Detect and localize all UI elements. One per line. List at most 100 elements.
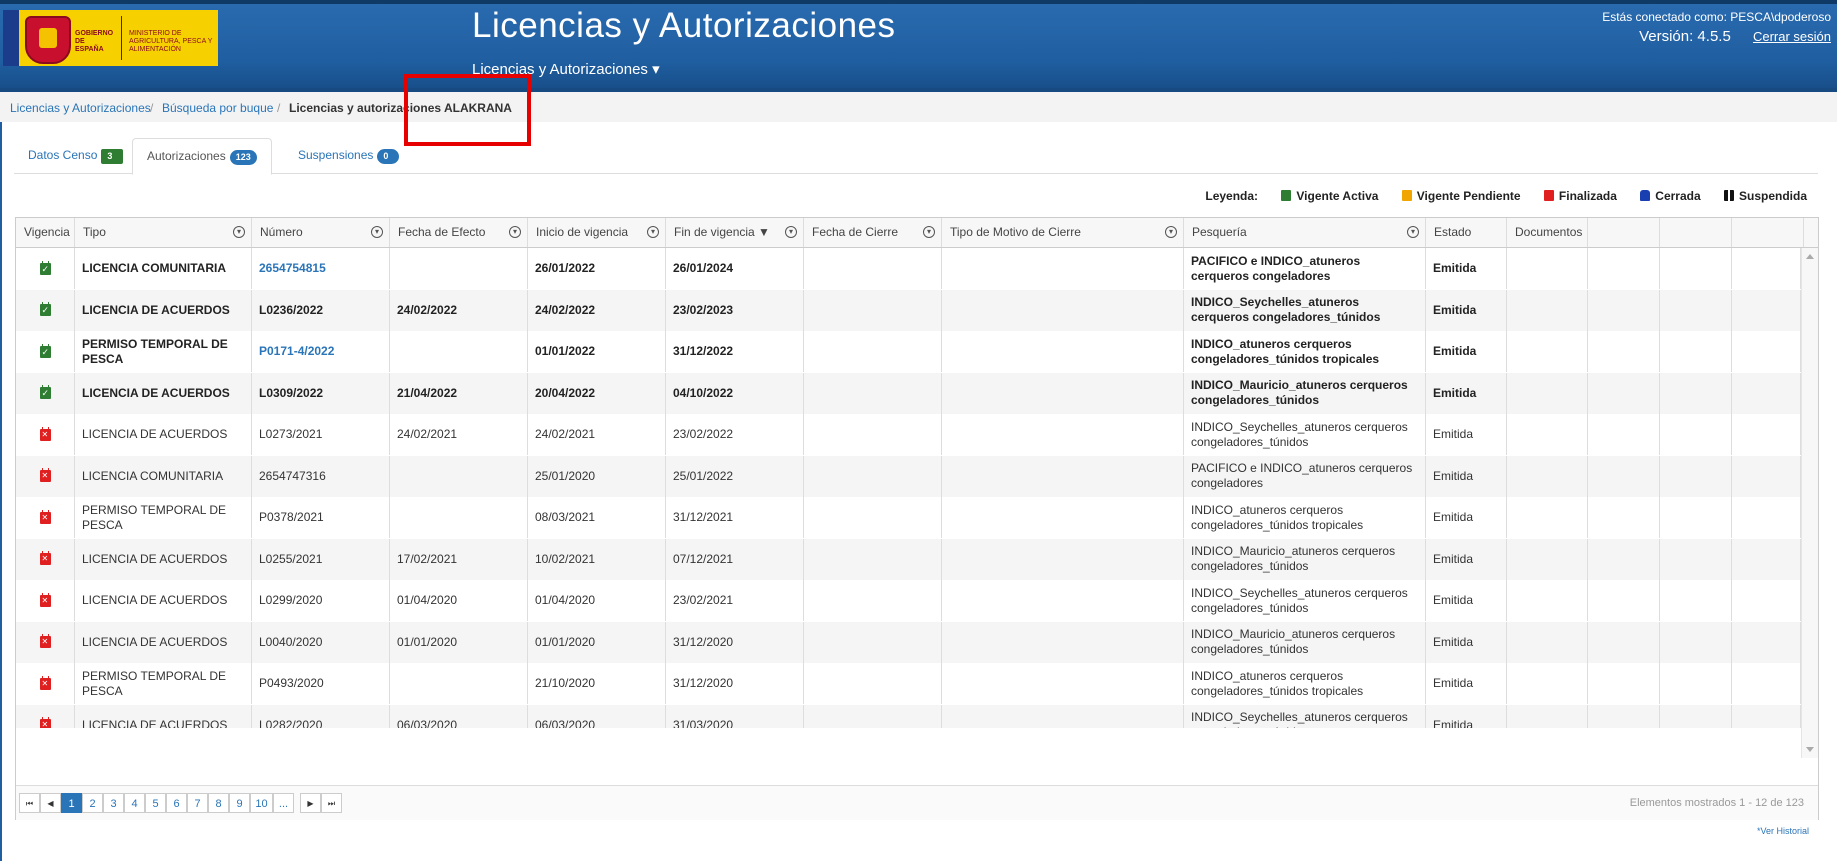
cell-numero: P0378/2021	[252, 497, 390, 538]
table-row[interactable]: PERMISO TEMPORAL DE PESCAP0493/2020 21/10…	[16, 663, 1801, 704]
breadcrumb-busqueda-link[interactable]: Búsqueda por buque	[162, 101, 273, 115]
filter-icon[interactable]: ▾	[647, 226, 659, 238]
pager-page-button[interactable]: 3	[103, 793, 124, 813]
cell-empty	[1660, 289, 1732, 331]
table-row[interactable]: LICENCIA DE ACUERDOSL0273/202124/02/2021…	[16, 414, 1801, 455]
calendar-check-icon	[39, 385, 51, 399]
column-header-fecha-cierre[interactable]: Fecha de Cierre ▾	[804, 218, 942, 247]
scroll-down-icon[interactable]	[1806, 747, 1814, 752]
tab-datos-censo[interactable]: Datos Censo 3	[14, 138, 137, 172]
cell-empty	[1732, 414, 1801, 455]
filter-icon[interactable]: ▾	[233, 226, 245, 238]
cell-estado: Emitida	[1426, 621, 1507, 663]
eu-flag-icon	[3, 10, 19, 66]
cell-empty	[1732, 455, 1801, 497]
column-header-tipo[interactable]: Tipo ▾	[75, 218, 252, 247]
cell-tipo: LICENCIA DE ACUERDOS	[75, 414, 252, 455]
legend-item: Finalizada	[1543, 189, 1617, 203]
cell-inicio: 24/02/2021	[528, 414, 666, 455]
pager-page-button[interactable]: 1	[61, 793, 82, 813]
calendar-x-icon	[39, 675, 51, 690]
filter-icon[interactable]: ▾	[509, 226, 521, 238]
column-header-pesqueria[interactable]: Pesquería ▾	[1184, 218, 1426, 247]
table-row[interactable]: PERMISO TEMPORAL DE PESCAP0171-4/2022 01/…	[16, 331, 1801, 372]
cell-motivo	[942, 455, 1184, 497]
user-connected-text: Estás conectado como: PESCA\dpoderoso	[1602, 10, 1831, 24]
tab-bar: Datos Censo 3 Autorizaciones 123 Suspensio…	[14, 138, 1818, 175]
filter-icon[interactable]: ▾	[371, 226, 383, 238]
tab-suspensiones[interactable]: Suspensiones 0	[284, 138, 413, 172]
cell-numero-link[interactable]: 2654754815	[252, 248, 390, 289]
table-row[interactable]: LICENCIA COMUNITARIA2654747316 25/01/2020…	[16, 455, 1801, 497]
pager-page-button[interactable]: 8	[208, 793, 229, 813]
column-header-estado[interactable]: Estado	[1426, 218, 1507, 247]
cell-pesqueria: INDICO_atuneros cerqueros congeladores_t…	[1184, 497, 1426, 538]
cell-tipo: LICENCIA DE ACUERDOS	[75, 580, 252, 621]
cell-motivo	[942, 289, 1184, 331]
column-header-fin-vigencia[interactable]: Fin de vigencia ▼ ▾	[666, 218, 804, 247]
column-header-vigencia[interactable]: Vigencia	[16, 218, 75, 247]
column-header-numero[interactable]: Número ▾	[252, 218, 390, 247]
table-row[interactable]: LICENCIA DE ACUERDOSL0309/202221/04/2022…	[16, 372, 1801, 414]
cell-inicio: 20/04/2022	[528, 372, 666, 414]
cell-numero: L0282/2020	[252, 704, 390, 728]
pager-page-button[interactable]: 5	[145, 793, 166, 813]
pager-page-button[interactable]: 10	[250, 793, 273, 813]
cell-fin: 31/12/2020	[666, 621, 804, 663]
pager-page-button[interactable]: ...	[273, 793, 294, 813]
logout-link[interactable]: Cerrar sesión	[1753, 29, 1831, 44]
filter-icon[interactable]: ▾	[1407, 226, 1419, 238]
table-row[interactable]: LICENCIA DE ACUERDOSL0236/202224/02/2022…	[16, 289, 1801, 331]
cell-inicio: 01/01/2022	[528, 331, 666, 372]
pager-page-button[interactable]: 4	[124, 793, 145, 813]
cell-inicio: 24/02/2022	[528, 289, 666, 331]
pager-page-button[interactable]: 6	[166, 793, 187, 813]
cell-inicio: 21/10/2020	[528, 663, 666, 704]
pager-page-button[interactable]: 7	[187, 793, 208, 813]
table-row[interactable]: LICENCIA DE ACUERDOSL0255/202117/02/2021…	[16, 538, 1801, 580]
tab-autorizaciones[interactable]: Autorizaciones 123	[132, 138, 272, 175]
pager-last-button[interactable]: ⏭	[321, 793, 342, 813]
cell-tipo: LICENCIA DE ACUERDOS	[75, 538, 252, 580]
cell-cierre	[804, 289, 942, 331]
calendar-x-icon	[39, 551, 51, 565]
column-header-documentos[interactable]: Documentos	[1507, 218, 1588, 247]
scroll-up-icon[interactable]	[1806, 254, 1814, 259]
table-row[interactable]: LICENCIA DE ACUERDOSL0282/202006/03/2020…	[16, 704, 1801, 728]
pager-prev-button[interactable]: ◀	[40, 793, 61, 813]
filter-icon[interactable]: ▾	[785, 226, 797, 238]
tab-count-badge: 3	[101, 149, 124, 164]
calendar-clock-icon	[1401, 190, 1412, 201]
table-row[interactable]: LICENCIA DE ACUERDOSL0040/202001/01/2020…	[16, 621, 1801, 663]
cell-pesqueria: INDICO_Seychelles_atuneros cerqueros con…	[1184, 414, 1426, 455]
pager-first-button[interactable]: ⏮	[19, 793, 40, 813]
grid-scrollbar[interactable]	[1801, 248, 1818, 758]
column-header-fecha-efecto[interactable]: Fecha de Efecto ▾	[390, 218, 528, 247]
table-row[interactable]: LICENCIA COMUNITARIA2654754815 26/01/2022…	[16, 248, 1801, 289]
ver-historial-link[interactable]: *Ver Historial	[1757, 826, 1809, 836]
cell-empty	[1660, 372, 1732, 414]
filter-icon[interactable]: ▾	[923, 226, 935, 238]
cell-cierre	[804, 663, 942, 704]
cell-numero-link[interactable]: P0171-4/2022	[252, 331, 390, 372]
cell-vigencia	[16, 497, 75, 538]
cell-motivo	[942, 538, 1184, 580]
column-header-motivo-cierre[interactable]: Tipo de Motivo de Cierre ▾	[942, 218, 1184, 247]
cell-empty	[1507, 331, 1588, 372]
cell-pesqueria: INDICO_Mauricio_atuneros cerqueros conge…	[1184, 621, 1426, 663]
cell-fin: 23/02/2021	[666, 580, 804, 621]
cell-empty	[1507, 663, 1588, 704]
column-header-inicio-vigencia[interactable]: Inicio de vigencia ▾	[528, 218, 666, 247]
breadcrumb-licencias-link[interactable]: Licencias y Autorizaciones	[10, 101, 151, 115]
pager-next-button[interactable]: ▶	[300, 793, 321, 813]
cell-empty	[1507, 621, 1588, 663]
legend-item: Suspendida	[1723, 189, 1807, 203]
table-row[interactable]: LICENCIA DE ACUERDOSL0299/202001/04/2020…	[16, 580, 1801, 621]
cell-cierre	[804, 497, 942, 538]
cell-motivo	[942, 621, 1184, 663]
pager-page-button[interactable]: 9	[229, 793, 250, 813]
filter-icon[interactable]: ▾	[1165, 226, 1177, 238]
cell-empty	[1732, 248, 1801, 289]
pager-page-button[interactable]: 2	[82, 793, 103, 813]
table-row[interactable]: PERMISO TEMPORAL DE PESCAP0378/2021 08/03…	[16, 497, 1801, 538]
